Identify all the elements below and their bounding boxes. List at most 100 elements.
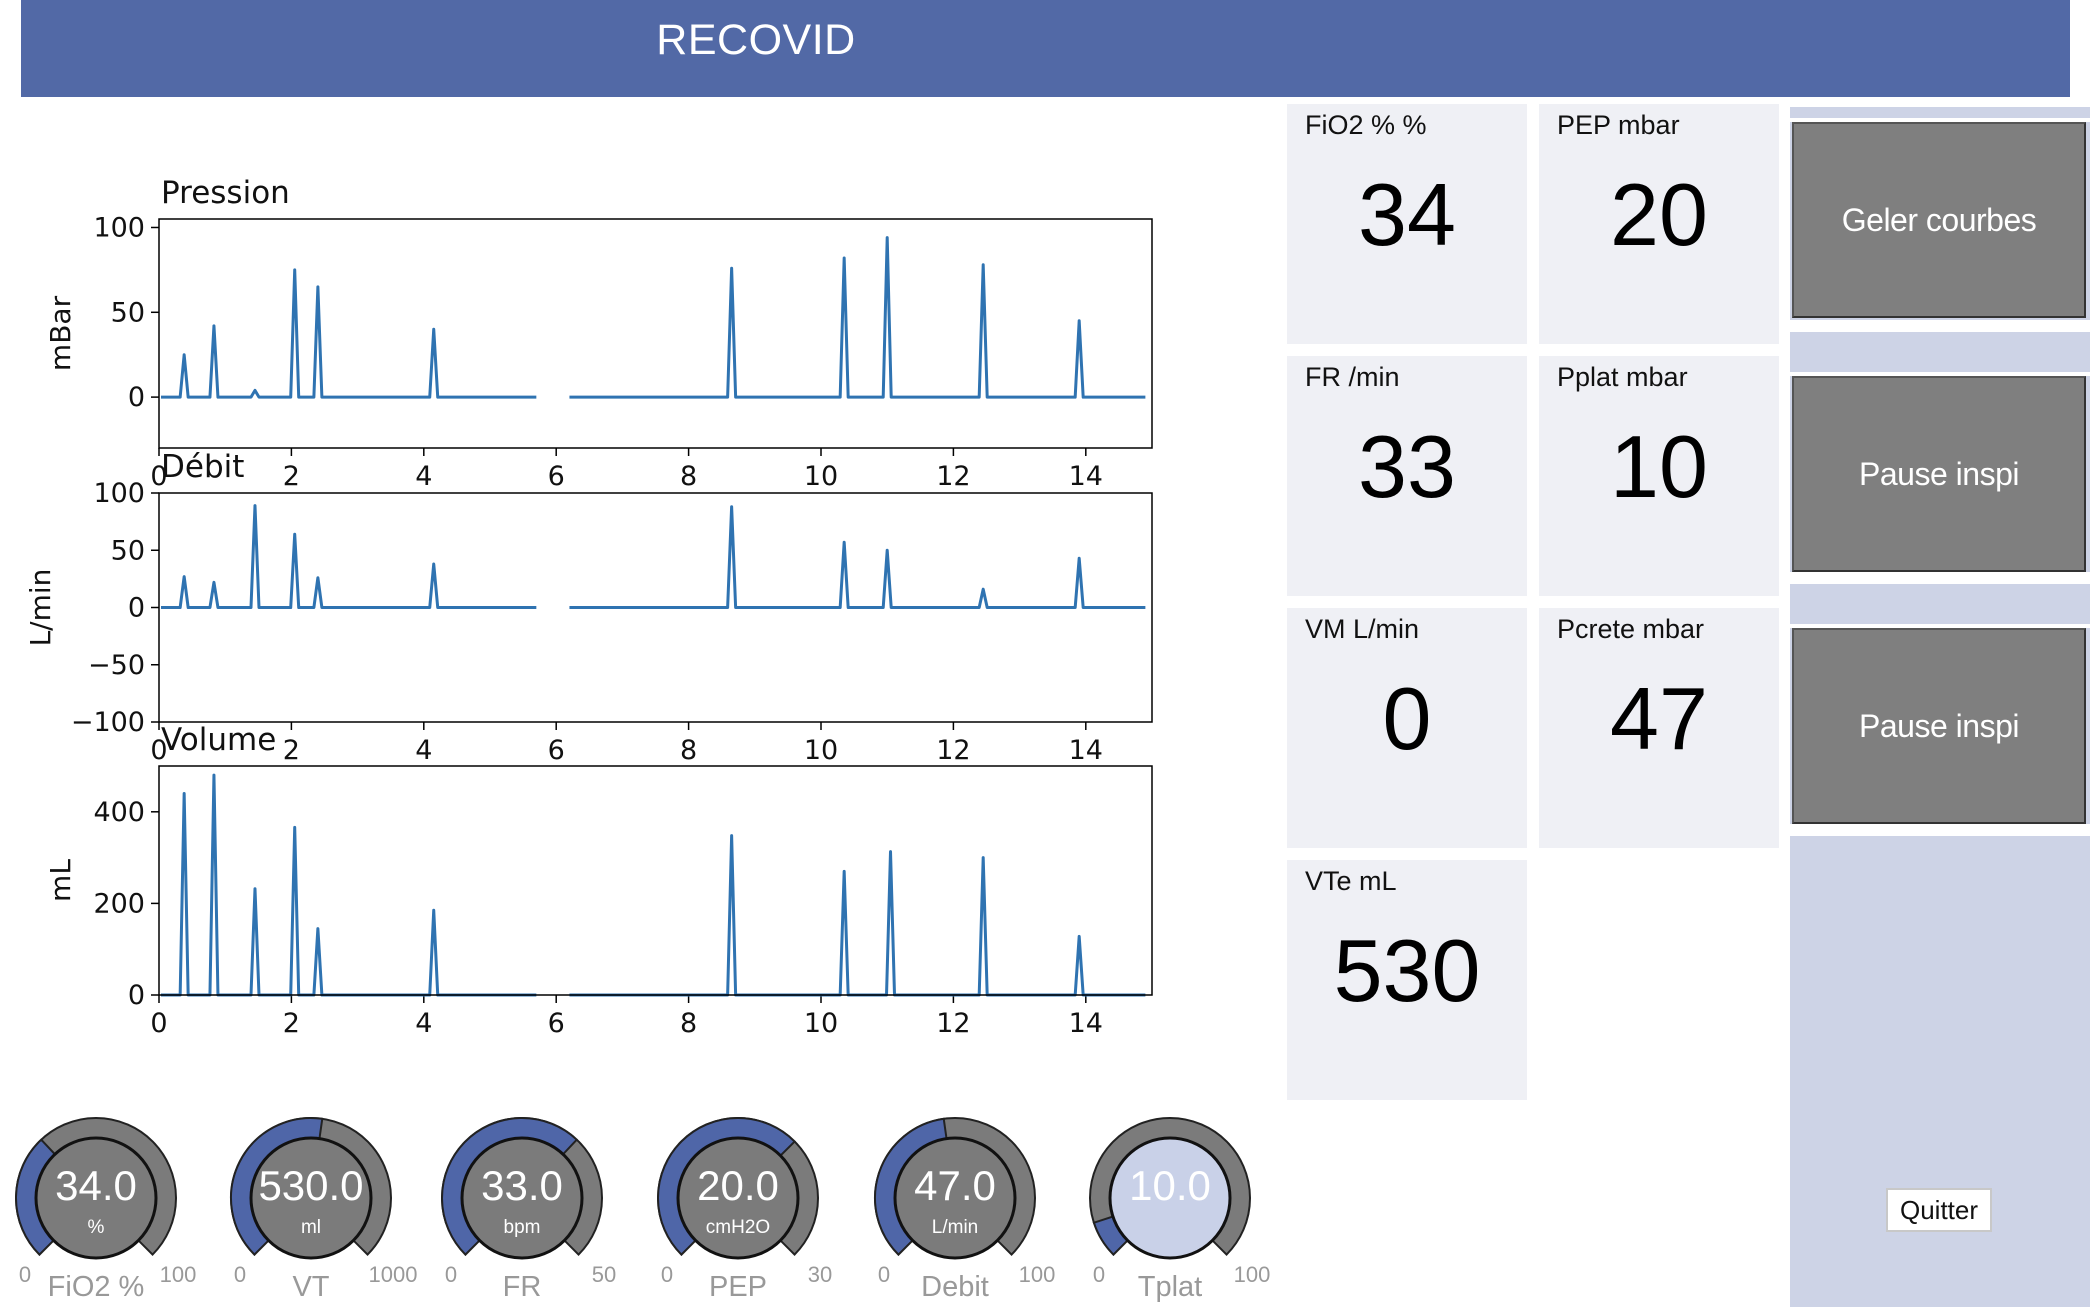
x-tick-label: 4 xyxy=(415,461,432,492)
panel-divider xyxy=(1790,320,2090,332)
x-tick-label: 6 xyxy=(548,461,565,492)
x-tick-label: 12 xyxy=(936,735,970,766)
trace-line xyxy=(160,268,537,399)
chart-frame xyxy=(158,765,1153,996)
gauge-min: 0 xyxy=(19,1262,31,1287)
x-tick-label: 4 xyxy=(415,735,432,766)
trace-line xyxy=(569,236,1146,399)
x-tick-label: 8 xyxy=(680,461,697,492)
gauge-value: 20.0 xyxy=(697,1162,779,1209)
gauge-unit: % xyxy=(88,1217,105,1238)
gauge-name: FR xyxy=(503,1271,542,1303)
quit-button[interactable]: Quitter xyxy=(1886,1188,1992,1232)
chart-0: PressionmBar0501000 2 4 6 8 10 12 14 xyxy=(44,175,1153,492)
y-tick-label: −50 xyxy=(88,650,145,681)
x-tick-label: 4 xyxy=(415,1008,432,1039)
gauge-value: 530.0 xyxy=(258,1162,363,1209)
gauge-min: 0 xyxy=(1093,1262,1105,1287)
y-tick-label: 200 xyxy=(93,888,145,919)
tile-label: Pplat mbar xyxy=(1557,362,1688,392)
gauge-max: 100 xyxy=(160,1262,197,1287)
gauge-min: 0 xyxy=(234,1262,246,1287)
y-tick-label: 50 xyxy=(111,535,145,566)
x-tick-label: 2 xyxy=(283,461,300,492)
x-tick-label: 10 xyxy=(804,1008,838,1039)
trace-line xyxy=(160,504,537,609)
app-header: RECOVID xyxy=(21,0,2070,97)
y-tick-label: 50 xyxy=(111,297,145,328)
gauge-min: 0 xyxy=(878,1262,890,1287)
chart-frame xyxy=(158,218,1153,449)
chart-ylabel: mBar xyxy=(44,295,77,371)
gauge-name: FiO2 % xyxy=(48,1271,145,1303)
gauge-vt[interactable]: 530.0 ml 0 1000 VT xyxy=(230,1117,418,1303)
trace-line xyxy=(569,505,1146,609)
gauge-name: Tplat xyxy=(1138,1271,1202,1303)
gauge-tplat[interactable]: 10.0 0 100 Tplat xyxy=(1089,1117,1271,1303)
x-tick-label: 2 xyxy=(283,1008,300,1039)
gauge-max: 1000 xyxy=(369,1262,418,1287)
tile-label: Pcrete mbar xyxy=(1557,614,1705,644)
app-title: RECOVID xyxy=(656,16,856,64)
tile-fio2: FiO2 % % 34 xyxy=(1287,104,1527,344)
x-tick-label: 14 xyxy=(1069,735,1103,766)
gauge-value: 34.0 xyxy=(55,1162,137,1209)
chart-title: Volume xyxy=(161,722,276,758)
x-tick-label: 6 xyxy=(548,735,565,766)
x-tick-label: 12 xyxy=(936,1008,970,1039)
x-tick-label: 2 xyxy=(283,735,300,766)
tile-vm: VM L/min 0 xyxy=(1287,608,1527,848)
tile-value: 0 xyxy=(1382,669,1432,768)
x-tick-label: 6 xyxy=(548,1008,565,1039)
trace-line xyxy=(160,773,537,997)
tile-label: VTe mL xyxy=(1305,866,1397,896)
freeze-curves-button[interactable]: Geler courbes xyxy=(1792,122,2086,318)
gauge-max: 100 xyxy=(1234,1262,1271,1287)
tile-label: PEP mbar xyxy=(1557,110,1680,140)
y-tick-label: 0 xyxy=(128,382,145,413)
chart-title: Pression xyxy=(161,175,290,211)
tile-fr: FR /min 33 xyxy=(1287,356,1527,596)
x-tick-label: 10 xyxy=(804,735,838,766)
y-tick-label: 0 xyxy=(128,980,145,1011)
gauge-max: 50 xyxy=(592,1262,616,1287)
x-tick-label: 12 xyxy=(936,461,970,492)
x-tick-label: 14 xyxy=(1069,1008,1103,1039)
panel-divider xyxy=(1790,572,2090,584)
chart-ylabel: L/min xyxy=(24,569,57,647)
x-tick-label: 8 xyxy=(680,735,697,766)
waveform-charts: PressionmBar0501000 2 4 6 8 10 12 14DébitL/min−… xyxy=(24,175,1153,1039)
x-tick-label: 14 xyxy=(1069,461,1103,492)
pause-inspi-button-2[interactable]: Pause inspi xyxy=(1792,628,2086,824)
gauge-debit[interactable]: 47.0 L/min 0 100 Debit xyxy=(874,1117,1056,1303)
gauge-value: 33.0 xyxy=(481,1162,563,1209)
gauge-pep[interactable]: 20.0 cmH2O 0 30 PEP xyxy=(657,1117,832,1303)
gauge-min: 0 xyxy=(661,1262,673,1287)
gauge-value: 47.0 xyxy=(914,1162,996,1209)
chart-ylabel: mL xyxy=(44,859,77,902)
gauge-row: 34.0%0 100FiO2 %530.0ml0 1000VT33.0bpm0 50F… xyxy=(15,1117,1271,1303)
tile-pcrete: Pcrete mbar 47 xyxy=(1539,608,1779,848)
gauge-name: Debit xyxy=(921,1271,989,1303)
tile-pplat: Pplat mbar 10 xyxy=(1539,356,1779,596)
gauge-unit: ml xyxy=(301,1217,321,1238)
y-tick-label: 100 xyxy=(93,212,145,243)
trace-line xyxy=(569,834,1146,997)
gauge-max: 100 xyxy=(1019,1262,1056,1287)
gauge-value: 10.0 xyxy=(1129,1162,1211,1209)
gauge-name: PEP xyxy=(709,1271,767,1303)
pause-inspi-button[interactable]: Pause inspi xyxy=(1792,376,2086,572)
tile-vte: VTe mL 530 xyxy=(1287,860,1527,1100)
tile-pep: PEP mbar 20 xyxy=(1539,104,1779,344)
x-tick-label: 10 xyxy=(804,461,838,492)
tile-value: 20 xyxy=(1610,165,1708,264)
tile-label: FR /min xyxy=(1305,362,1400,392)
gauge-name: VT xyxy=(292,1271,329,1303)
chart-2: Volume mL 0 200 400 0 2 4 6 8 10 12 14 xyxy=(44,722,1153,1039)
gauge-fio2-[interactable]: 34.0% 0 100 FiO2 % xyxy=(15,1117,197,1303)
y-tick-label: 0 xyxy=(128,593,145,624)
tile-value: 33 xyxy=(1358,417,1456,516)
tile-value: 10 xyxy=(1610,417,1708,516)
y-tick-label: −100 xyxy=(71,707,145,738)
gauge-fr[interactable]: 33.0 bpm 0 50 FR xyxy=(441,1117,616,1303)
